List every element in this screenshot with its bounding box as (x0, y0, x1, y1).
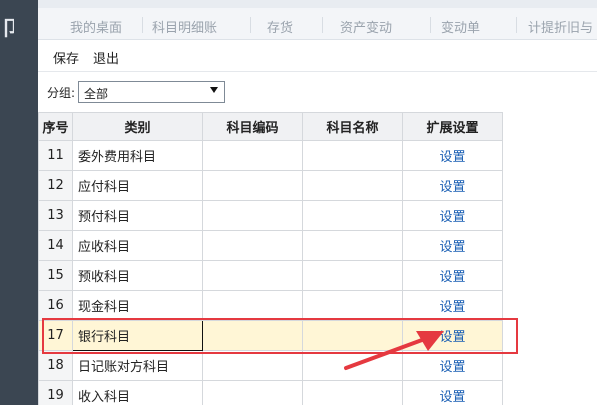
table-row: 16 现金科目 设置 (38, 290, 503, 321)
column-header-index: 序号 (38, 112, 73, 141)
account-category-table: 序号 类别 科目编码 科目名称 扩展设置 11 委外费用科目 设置 12 应付科… (38, 112, 503, 405)
tab-desktop[interactable]: 我的桌面 (70, 17, 122, 36)
row-index: 19 (38, 380, 73, 405)
row-index: 18 (38, 350, 73, 381)
settings-link[interactable]: 设置 (402, 380, 503, 405)
row-account-code[interactable] (202, 320, 303, 351)
left-sidebar: 卩 (0, 0, 38, 405)
row-account-name[interactable] (302, 230, 403, 261)
chevron-down-icon (210, 87, 218, 93)
table-row: 11 委外费用科目 设置 (38, 140, 503, 171)
row-account-code[interactable] (202, 380, 303, 405)
row-category[interactable]: 应付科目 (72, 170, 203, 201)
column-header-category: 类别 (72, 112, 203, 141)
row-account-code[interactable] (202, 140, 303, 171)
row-account-name[interactable] (302, 140, 403, 171)
table-header-row: 序号 类别 科目编码 科目名称 扩展设置 (38, 112, 503, 141)
group-filter-label: 分组: (47, 86, 76, 100)
settings-link[interactable]: 设置 (402, 350, 503, 381)
tab-depreciation[interactable]: 计提折旧与 (528, 17, 593, 36)
toolbar: 保存 退出 (38, 40, 597, 72)
row-account-code[interactable] (202, 170, 303, 201)
row-account-name[interactable] (302, 200, 403, 231)
settings-link[interactable]: 设置 (402, 140, 503, 171)
row-account-code[interactable] (202, 260, 303, 291)
table-row: 19 收入科目 设置 (38, 380, 503, 405)
row-category[interactable]: 日记账对方科目 (72, 350, 203, 381)
sidebar-logo-glyph: 卩 (0, 16, 14, 40)
column-header-code: 科目编码 (202, 112, 303, 141)
tab-change-voucher[interactable]: 变动单 (441, 17, 480, 36)
row-category[interactable]: 银行科目 (72, 320, 203, 351)
tab-separator (322, 17, 323, 33)
row-account-name[interactable] (302, 260, 403, 291)
row-index: 11 (38, 140, 73, 171)
row-account-name[interactable] (302, 350, 403, 381)
table-row: 12 应付科目 设置 (38, 170, 503, 201)
row-category[interactable]: 预付科目 (72, 200, 203, 231)
row-category[interactable]: 收入科目 (72, 380, 203, 405)
row-category[interactable]: 委外费用科目 (72, 140, 203, 171)
tab-separator (250, 17, 251, 33)
settings-link[interactable]: 设置 (402, 290, 503, 321)
row-account-code[interactable] (202, 200, 303, 231)
table-row-selected: 17 银行科目 设置 (38, 320, 503, 351)
row-index: 16 (38, 290, 73, 321)
table-row: 13 预付科目 设置 (38, 200, 503, 231)
settings-link[interactable]: 设置 (402, 320, 503, 351)
table-row: 18 日记账对方科目 设置 (38, 350, 503, 381)
tab-account-detail[interactable]: 科目明细账 (152, 17, 217, 36)
row-account-code[interactable] (202, 290, 303, 321)
tab-bar: 我的桌面 科目明细账 存货 资产变动 变动单 计提折旧与 (38, 0, 597, 40)
settings-link[interactable]: 设置 (402, 200, 503, 231)
row-account-name[interactable] (302, 290, 403, 321)
row-index: 13 (38, 200, 73, 231)
table-row: 15 预收科目 设置 (38, 260, 503, 291)
group-select[interactable]: 全部 (78, 81, 225, 103)
column-header-extended-settings: 扩展设置 (402, 112, 503, 141)
settings-link[interactable]: 设置 (402, 230, 503, 261)
row-index: 12 (38, 170, 73, 201)
tab-inventory[interactable]: 存货 (267, 17, 293, 36)
exit-button[interactable]: 退出 (93, 48, 119, 67)
save-button[interactable]: 保存 (53, 48, 79, 67)
row-category[interactable]: 预收科目 (72, 260, 203, 291)
tab-separator (142, 17, 143, 33)
row-category[interactable]: 应收科目 (72, 230, 203, 261)
table-row: 14 应收科目 设置 (38, 230, 503, 261)
tab-separator (516, 17, 517, 33)
row-index: 17 (38, 320, 73, 351)
row-account-code[interactable] (202, 350, 303, 381)
settings-link[interactable]: 设置 (402, 260, 503, 291)
row-account-name[interactable] (302, 380, 403, 405)
row-account-code[interactable] (202, 230, 303, 261)
tab-asset-change[interactable]: 资产变动 (340, 17, 392, 36)
row-index: 15 (38, 260, 73, 291)
row-account-name[interactable] (302, 320, 403, 351)
column-header-name: 科目名称 (302, 112, 403, 141)
row-category[interactable]: 现金科目 (72, 290, 203, 321)
row-index: 14 (38, 230, 73, 261)
row-account-name[interactable] (302, 170, 403, 201)
group-filter: 分组: 全部 (38, 72, 597, 112)
tab-separator (430, 17, 431, 33)
group-select-value: 全部 (84, 87, 109, 101)
settings-link[interactable]: 设置 (402, 170, 503, 201)
